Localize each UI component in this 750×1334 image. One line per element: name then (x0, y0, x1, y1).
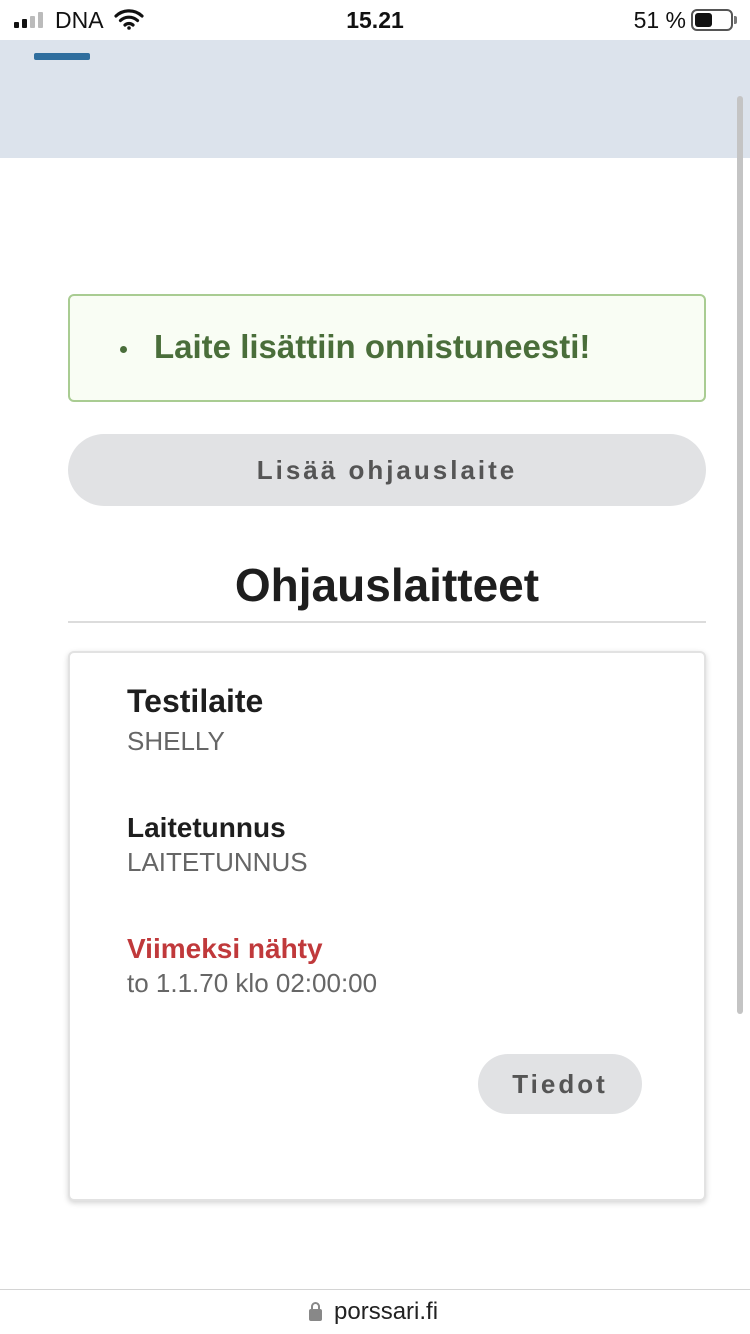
browser-url-bar[interactable]: porssari.fi (0, 1289, 750, 1334)
success-alert: Laite lisättiin onnistuneesti! (68, 294, 706, 402)
device-id-value: LAITETUNNUS (127, 847, 308, 877)
device-type: SHELLY (127, 726, 225, 756)
status-bar: DNA 15.21 51 % (0, 0, 750, 40)
add-device-button[interactable]: Lisää ohjauslaite (68, 434, 706, 506)
device-card: Testilaite SHELLY Laitetunnus LAITETUNNU… (68, 651, 706, 1201)
battery-percentage: 51 % (633, 7, 686, 33)
page-title: Ohjauslaitteet (234, 559, 540, 611)
lock-icon (309, 1302, 322, 1321)
device-id-label: Laitetunnus (127, 812, 286, 843)
details-button[interactable]: Tiedot (478, 1054, 642, 1114)
page-scrollbar[interactable] (737, 96, 743, 1014)
battery-icon (691, 9, 737, 31)
last-seen-value: to 1.1.70 klo 02:00:00 (127, 968, 378, 998)
last-seen-label: Viimeksi nähty (127, 933, 323, 964)
battery-level (695, 13, 712, 27)
alert-message: Laite lisättiin onnistuneesti! (154, 328, 591, 365)
bullet-icon (120, 346, 127, 353)
page-header (0, 40, 750, 158)
url-text[interactable]: porssari.fi (334, 1298, 438, 1326)
device-name: Testilaite (127, 683, 264, 719)
section-divider (68, 621, 706, 623)
menu-toggle-icon[interactable] (34, 53, 90, 60)
